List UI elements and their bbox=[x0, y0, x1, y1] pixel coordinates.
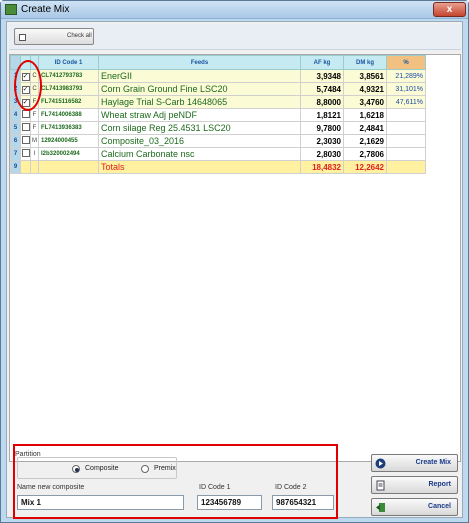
totals-blank bbox=[30, 160, 39, 174]
header-row: ID Code 1 Feeds AF kg DM kg % bbox=[10, 55, 426, 70]
feed-name: EnerGII bbox=[98, 69, 301, 83]
af-kg: 8,8000 bbox=[300, 95, 344, 109]
row-checkbox[interactable] bbox=[21, 149, 30, 157]
feed-code: 12924000455 bbox=[38, 134, 99, 148]
highlight-circle bbox=[14, 60, 42, 111]
dm-header[interactable]: DM kg bbox=[343, 55, 387, 70]
af-kg: 2,3030 bbox=[300, 134, 344, 148]
feed-code: FL7413936383 bbox=[38, 121, 99, 135]
af-kg: 5,7484 bbox=[300, 82, 344, 96]
feed-name: Calcium Carbonate nsc bbox=[98, 147, 301, 161]
af-kg: 3,9348 bbox=[300, 69, 344, 83]
cancel-label: Cancel bbox=[428, 503, 451, 510]
close-button[interactable]: x bbox=[433, 2, 466, 17]
feed-code: I2b320002494 bbox=[38, 147, 99, 161]
totals-blank bbox=[38, 160, 99, 174]
dm-kg: 2,4841 bbox=[343, 121, 387, 135]
feeds-grid: ID Code 1 Feeds AF kg DM kg % 1 ✓ C CL74127… bbox=[9, 54, 461, 462]
table-row[interactable]: 1 ✓ C CL7412793783 EnerGII 3,9348 3,8561 21,289… bbox=[10, 69, 426, 83]
row-checkbox-cell[interactable] bbox=[20, 147, 31, 161]
check-all-button[interactable]: Check all bbox=[14, 28, 94, 45]
pct-header[interactable]: % bbox=[386, 55, 426, 70]
feed-code: CL7413983793 bbox=[38, 82, 99, 96]
row-checkbox[interactable] bbox=[21, 123, 30, 131]
row-checkbox[interactable] bbox=[21, 136, 30, 144]
totals-af: 18,4832 bbox=[300, 160, 344, 174]
percent: 21,289% bbox=[386, 69, 426, 83]
feed-name: Haylage Trial S-Carb 14648065 bbox=[98, 95, 301, 109]
row-number: 7 bbox=[10, 147, 21, 161]
table-row[interactable]: 2 ✓ C CL7413983793 Corn Grain Ground Fine LS… bbox=[10, 82, 426, 96]
table-row[interactable]: 3 ✓ F FL7415116582 Haylage Trial S-Carb 1464… bbox=[10, 95, 426, 109]
row-checkbox[interactable] bbox=[21, 110, 30, 118]
table-row[interactable]: 6 M 12924000455 Composite_03_2016 2,3030 2,16… bbox=[10, 134, 426, 148]
highlight-box bbox=[13, 444, 338, 519]
report-label: Report bbox=[428, 481, 451, 488]
percent: 31,101% bbox=[386, 82, 426, 96]
totals-blank bbox=[386, 160, 426, 174]
code-header[interactable]: ID Code 1 bbox=[38, 55, 99, 70]
create-mix-button[interactable]: Create Mix bbox=[371, 454, 458, 472]
af-kg: 9,7800 bbox=[300, 121, 344, 135]
af-kg: 2,8030 bbox=[300, 147, 344, 161]
totals-row: 9 Totals 18,4832 12,2642 bbox=[10, 160, 426, 174]
dm-kg: 1,6218 bbox=[343, 108, 387, 122]
feed-name: Corn silage Reg 25.4531 LSC20 bbox=[98, 121, 301, 135]
create-mix-label: Create Mix bbox=[415, 459, 451, 466]
toolbar: Check all bbox=[9, 24, 461, 50]
dm-kg: 3,4760 bbox=[343, 95, 387, 109]
feed-type: I bbox=[30, 147, 39, 161]
totals-dm: 12,2642 bbox=[343, 160, 387, 174]
table-row[interactable]: 5 F FL7413936383 Corn silage Reg 25.4531 LS… bbox=[10, 121, 426, 135]
percent: 47,611% bbox=[386, 95, 426, 109]
report-icon bbox=[376, 480, 385, 491]
feed-name: Wheat straw Adj peNDF bbox=[98, 108, 301, 122]
feed-type: F bbox=[30, 108, 39, 122]
feed-code: FL7414006388 bbox=[38, 108, 99, 122]
row-checkbox-cell[interactable] bbox=[20, 121, 31, 135]
af-header[interactable]: AF kg bbox=[300, 55, 344, 70]
dm-kg: 4,9321 bbox=[343, 82, 387, 96]
row-number: 6 bbox=[10, 134, 21, 148]
percent bbox=[386, 134, 426, 148]
feed-name: Corn Grain Ground Fine LSC20 bbox=[98, 82, 301, 96]
row-checkbox-cell[interactable] bbox=[20, 134, 31, 148]
totals-label: Totals bbox=[98, 160, 301, 174]
feeds-header[interactable]: Feeds bbox=[98, 55, 301, 70]
feed-code: CL7412793783 bbox=[38, 69, 99, 83]
app-icon bbox=[5, 4, 17, 15]
totals-blank bbox=[20, 160, 31, 174]
exit-icon bbox=[376, 503, 385, 512]
report-button[interactable]: Report bbox=[371, 476, 458, 494]
play-icon bbox=[375, 458, 386, 469]
row-number: 5 bbox=[10, 121, 21, 135]
feeds-table: ID Code 1 Feeds AF kg DM kg % 1 ✓ C CL74127… bbox=[10, 55, 426, 174]
check-all-label: Check all bbox=[67, 33, 92, 39]
percent bbox=[386, 147, 426, 161]
window-title: Create Mix bbox=[21, 4, 70, 15]
title-bar: Create Mix x bbox=[1, 1, 468, 19]
percent bbox=[386, 121, 426, 135]
feed-code: FL7415116582 bbox=[38, 95, 99, 109]
dm-kg: 2,7806 bbox=[343, 147, 387, 161]
table-row[interactable]: 7 I I2b320002494 Calcium Carbonate nsc 2,803… bbox=[10, 147, 426, 161]
percent bbox=[386, 108, 426, 122]
feed-type: M bbox=[30, 134, 39, 148]
totals-row-number: 9 bbox=[10, 160, 21, 174]
dm-kg: 3,8561 bbox=[343, 69, 387, 83]
feed-type: F bbox=[30, 121, 39, 135]
feed-name: Composite_03_2016 bbox=[98, 134, 301, 148]
cancel-button[interactable]: Cancel bbox=[371, 498, 458, 516]
table-row[interactable]: 4 F FL7414006388 Wheat straw Adj peNDF 1,812… bbox=[10, 108, 426, 122]
af-kg: 1,8121 bbox=[300, 108, 344, 122]
dm-kg: 2,1629 bbox=[343, 134, 387, 148]
row-number: 4 bbox=[10, 108, 21, 122]
checkbox-icon bbox=[19, 34, 26, 41]
